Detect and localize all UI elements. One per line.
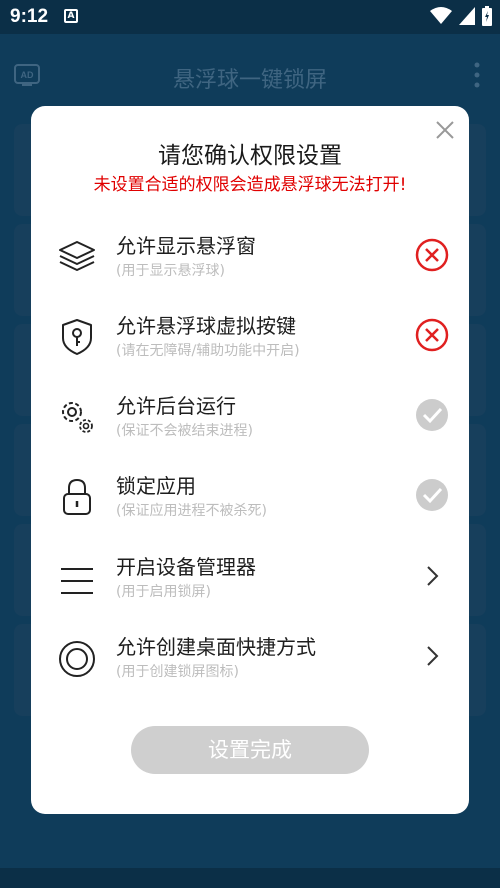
layers-icon (59, 241, 95, 271)
permission-subtitle: (用于创建锁屏图标) (116, 664, 239, 680)
granted-check-icon (416, 399, 448, 431)
dialog-warning: 未设置合适的权限会造成悬浮球无法打开! (93, 175, 407, 195)
permission-subtitle: (保证不会被结束进程) (116, 423, 253, 439)
permission-title: 锁定应用 (116, 474, 196, 498)
signal-icon (459, 7, 475, 25)
permission-row-virtual-key[interactable]: 允许悬浮球虚拟按键 (请在无障碍/辅助功能中开启) (31, 310, 469, 372)
shield-key-icon (62, 319, 92, 355)
gears-icon (62, 402, 93, 433)
more-options-icon[interactable] (474, 62, 480, 88)
navigation-bar (0, 868, 500, 888)
permission-dialog: 请您确认权限设置 未设置合适的权限会造成悬浮球无法打开! 允许显示悬浮窗 (用于… (31, 106, 469, 814)
permission-title: 允许创建桌面快捷方式 (116, 635, 316, 659)
chevron-right-icon (427, 646, 439, 666)
permission-subtitle: (请在无障碍/辅助功能中开启) (116, 343, 300, 359)
status-bar: 9:12 A (0, 0, 500, 34)
permission-row-shortcut[interactable]: 允许创建桌面快捷方式 (用于创建锁屏图标) (31, 631, 469, 693)
permission-row-background[interactable]: 允许后台运行 (保证不会被结束进程) (31, 390, 469, 452)
granted-check-icon (416, 479, 448, 511)
permission-row-lock-app[interactable]: 锁定应用 (保证应用进程不被杀死) (31, 470, 469, 532)
permission-subtitle: (用于启用锁屏) (116, 584, 211, 600)
permission-title: 允许后台运行 (116, 394, 236, 418)
circle-ring-icon (59, 641, 95, 677)
dialog-title: 请您确认权限设置 (158, 143, 342, 169)
permission-title: 允许悬浮球虚拟按键 (116, 314, 296, 338)
permission-title: 开启设备管理器 (116, 555, 256, 579)
permission-row-overlay[interactable]: 允许显示悬浮窗 (用于显示悬浮球) (31, 230, 469, 292)
battery-icon (482, 6, 492, 26)
permission-row-device-admin[interactable]: 开启设备管理器 (用于启用锁屏) (31, 551, 469, 613)
wifi-icon (430, 7, 452, 24)
app-title: 悬浮球一键锁屏 (172, 68, 327, 93)
chevron-right-icon (427, 566, 439, 586)
menu-lines-icon (61, 568, 93, 594)
denied-x-icon (415, 318, 449, 352)
notification-icon: A (64, 9, 78, 23)
lock-icon (63, 478, 91, 515)
denied-x-icon (415, 238, 449, 272)
done-button[interactable]: 设置完成 (131, 726, 369, 774)
permission-subtitle: (用于显示悬浮球) (116, 263, 225, 279)
permission-title: 允许显示悬浮窗 (116, 234, 256, 258)
status-time: 9:12 (10, 6, 49, 27)
system-icons (430, 6, 492, 26)
permission-subtitle: (保证应用进程不被杀死) (116, 503, 267, 519)
